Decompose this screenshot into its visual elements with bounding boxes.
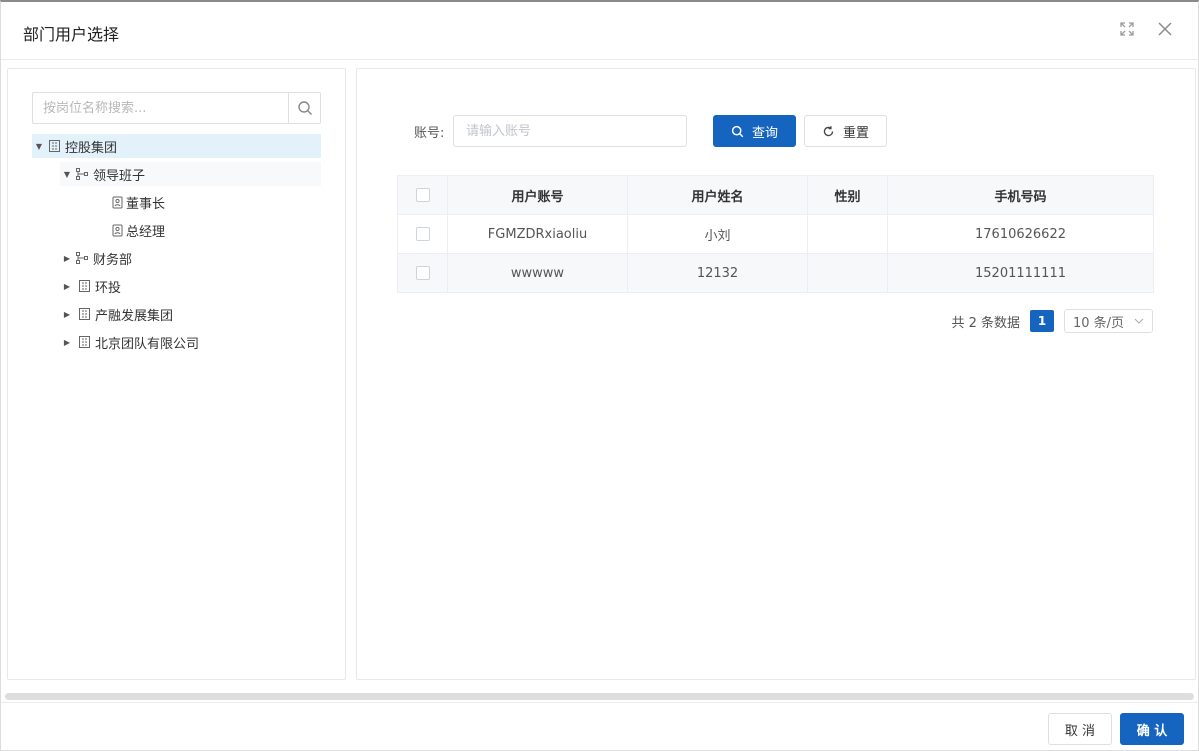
user-list-panel: 账号: 查询 重置 用户账号 用户姓名 性别 手机号码 bbox=[356, 68, 1196, 680]
tree-node-beijing-team[interactable]: ▶ 北京团队有限公司 bbox=[60, 330, 300, 354]
tree-node-huantou[interactable]: ▶ 环投 bbox=[60, 274, 260, 298]
tree-node-label: 产融发展集团 bbox=[95, 308, 174, 324]
caret-down-icon[interactable]: ▼ bbox=[32, 134, 46, 158]
row-select-cell bbox=[397, 253, 448, 293]
user-table: 用户账号 用户姓名 性别 手机号码 FGMZDRxiaoliu 小刘 17610… bbox=[397, 175, 1154, 293]
confirm-button-label: 确 认 bbox=[1136, 723, 1168, 739]
account-input[interactable] bbox=[453, 115, 687, 147]
close-icon[interactable] bbox=[1154, 20, 1176, 42]
tree-node-label: 北京团队有限公司 bbox=[95, 336, 200, 352]
table-row[interactable]: FGMZDRxiaoliu 小刘 17610626622 bbox=[397, 214, 1154, 254]
dialog-header: 部门用户选择 bbox=[1, 2, 1198, 60]
cancel-button-label: 取 消 bbox=[1064, 723, 1096, 739]
dept-user-select-dialog: 部门用户选择 ▼ bbox=[0, 0, 1199, 751]
horizontal-scrollbar[interactable] bbox=[5, 693, 1194, 700]
confirm-button[interactable]: 确 认 bbox=[1120, 713, 1184, 745]
table-header-row: 用户账号 用户姓名 性别 手机号码 bbox=[397, 175, 1154, 215]
org-branch-icon bbox=[74, 166, 90, 182]
page-size-value: 10 条/页 bbox=[1073, 315, 1125, 331]
tree-node-chairman[interactable]: 董事长 bbox=[109, 190, 229, 214]
reset-button[interactable]: 重置 bbox=[804, 115, 887, 147]
row-checkbox[interactable] bbox=[415, 227, 430, 241]
building-icon bbox=[76, 278, 92, 294]
pagination: 共 2 条数据 1 10 条/页 bbox=[951, 309, 1153, 333]
position-icon bbox=[109, 222, 125, 238]
refresh-icon bbox=[823, 125, 834, 136]
column-header[interactable]: 手机号码 bbox=[887, 175, 1154, 215]
select-all-cell bbox=[397, 175, 448, 215]
search-button[interactable]: 查询 bbox=[713, 115, 796, 147]
cancel-button[interactable]: 取 消 bbox=[1048, 713, 1112, 745]
reset-button-label: 重置 bbox=[842, 125, 869, 141]
tree-node-finance[interactable]: ▶ 财务部 bbox=[60, 246, 260, 270]
account-cell: FGMZDRxiaoliu bbox=[447, 214, 628, 254]
phone-cell: 17610626622 bbox=[887, 214, 1154, 254]
column-header[interactable]: 性别 bbox=[807, 175, 888, 215]
tree-node-chanrong[interactable]: ▶ 产融发展集团 bbox=[60, 302, 280, 326]
search-icon bbox=[297, 101, 312, 115]
page-button-current[interactable]: 1 bbox=[1030, 310, 1054, 332]
row-checkbox[interactable] bbox=[415, 266, 430, 280]
tree-node-leadership[interactable]: ▼ 领导班子 bbox=[60, 162, 321, 186]
dialog-title: 部门用户选择 bbox=[23, 25, 120, 44]
caret-down-icon[interactable]: ▼ bbox=[60, 162, 74, 186]
tree-node-label: 环投 bbox=[95, 280, 122, 296]
tree-search bbox=[32, 92, 321, 124]
column-header[interactable]: 用户账号 bbox=[447, 175, 628, 215]
tree-node-label: 财务部 bbox=[93, 252, 133, 268]
caret-right-icon[interactable]: ▶ bbox=[60, 246, 74, 270]
tree-search-button[interactable] bbox=[288, 93, 320, 123]
column-header[interactable]: 用户姓名 bbox=[627, 175, 808, 215]
org-branch-icon bbox=[74, 250, 90, 266]
pagination-total: 共 2 条数据 bbox=[951, 315, 1020, 331]
phone-cell: 15201111111 bbox=[887, 253, 1154, 293]
tree-node-label: 董事长 bbox=[126, 196, 166, 212]
gender-cell bbox=[807, 253, 888, 293]
building-icon bbox=[76, 334, 92, 350]
caret-right-icon[interactable]: ▶ bbox=[60, 330, 74, 354]
tree-node-konggu-group[interactable]: ▼ 控股集团 bbox=[32, 134, 321, 158]
department-tree-panel: ▼ 控股集团 ▼ 领导班子 董事长 总经理 bbox=[7, 68, 346, 680]
tree-node-general-manager[interactable]: 总经理 bbox=[109, 218, 229, 242]
caret-right-icon[interactable]: ▶ bbox=[60, 274, 74, 298]
dialog-footer: 取 消 确 认 bbox=[1, 702, 1198, 751]
row-select-cell bbox=[397, 214, 448, 254]
gender-cell bbox=[807, 214, 888, 254]
name-cell: 小刘 bbox=[627, 214, 808, 254]
caret-right-icon[interactable]: ▶ bbox=[60, 302, 74, 326]
tree-node-label: 总经理 bbox=[126, 224, 166, 240]
chevron-down-icon bbox=[1134, 318, 1144, 324]
tree-search-input[interactable] bbox=[33, 93, 289, 123]
name-cell: 12132 bbox=[627, 253, 808, 293]
fullscreen-icon[interactable] bbox=[1116, 20, 1138, 42]
table-row[interactable]: wwwww 12132 15201111111 bbox=[397, 253, 1154, 293]
search-icon bbox=[731, 125, 744, 137]
page-size-select[interactable]: 10 条/页 bbox=[1064, 309, 1153, 333]
account-label: 账号: bbox=[414, 126, 445, 141]
building-icon bbox=[76, 306, 92, 322]
tree-node-label: 领导班子 bbox=[93, 168, 146, 184]
search-button-label: 查询 bbox=[751, 125, 778, 141]
select-all-checkbox[interactable] bbox=[415, 188, 430, 202]
building-icon bbox=[46, 138, 62, 154]
tree-node-label: 控股集团 bbox=[65, 140, 118, 156]
position-icon bbox=[109, 194, 125, 210]
account-cell: wwwww bbox=[447, 253, 628, 293]
